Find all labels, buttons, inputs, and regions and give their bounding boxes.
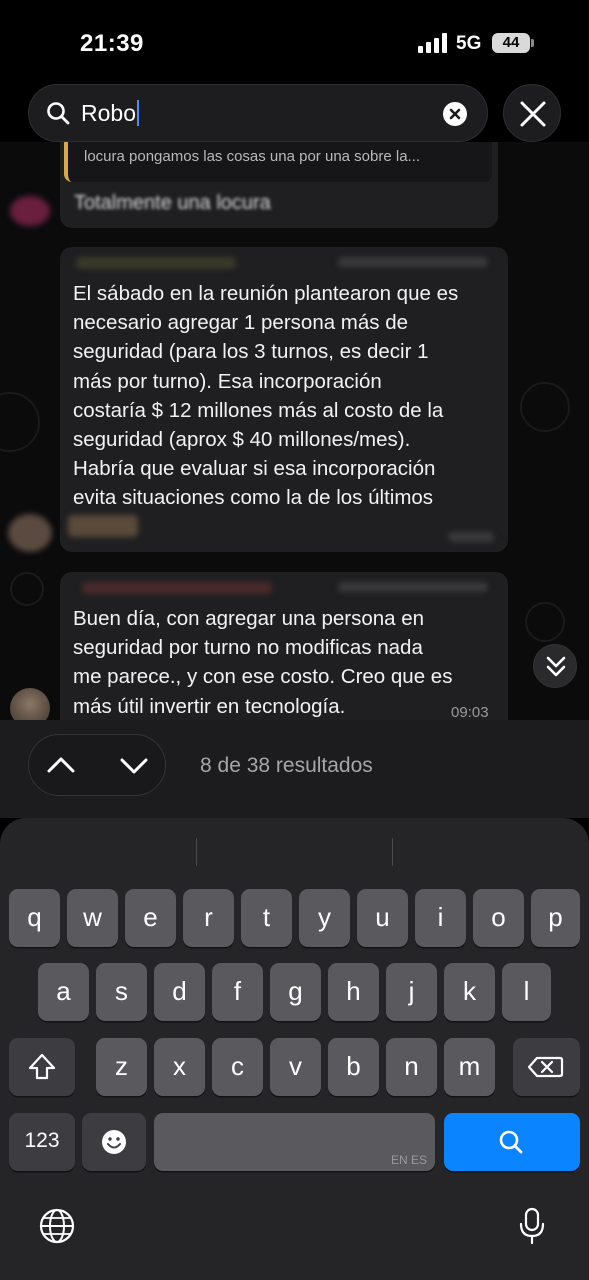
key-e[interactable]: e [125,889,176,947]
search-icon [499,1130,523,1154]
previous-message[interactable]: locura pongamos las cosas una por una so… [60,142,498,228]
key-w[interactable]: w [67,889,118,947]
key-z[interactable]: z [96,1038,147,1096]
suggestion-divider [392,838,393,866]
keyboard: q w e r t y u i o p a s d f g h j k l z … [0,818,589,1280]
key-s[interactable]: s [96,963,147,1021]
key-p[interactable]: p [531,889,580,947]
emoji-key[interactable] [82,1113,146,1171]
message-time: 09:03 [451,704,489,720]
close-icon [520,101,546,127]
battery-icon: 44 [492,33,530,53]
key-b[interactable]: b [328,1038,379,1096]
key-x[interactable]: x [154,1038,205,1096]
key-j[interactable]: j [386,963,437,1021]
search-results-bar: 8 de 38 resultados [0,720,589,818]
key-l[interactable]: l [502,963,551,1021]
results-count: 8 de 38 resultados [200,754,373,777]
key-v[interactable]: v [270,1038,321,1096]
close-search-button[interactable] [503,84,561,142]
text-caret [136,100,139,126]
key-m[interactable]: m [444,1038,495,1096]
key-a[interactable]: a [38,963,89,1021]
message-text: El sábado en la reunión plantearon que e… [73,282,459,510]
delete-key[interactable] [513,1038,580,1096]
keyboard-language: EN ES [390,1153,427,1167]
avatar[interactable] [10,688,50,720]
network-type: 5G [456,33,482,54]
message-time [448,532,494,542]
key-r[interactable]: r [183,889,234,947]
previous-message-text: Totalmente una locura [74,192,271,214]
key-u[interactable]: u [357,889,408,947]
next-result-button[interactable] [98,735,167,797]
sender-phone [338,582,488,592]
key-g[interactable]: g [270,963,321,1021]
wallpaper-doodle [520,382,570,432]
key-q[interactable]: q [9,889,60,947]
double-chevron-down-icon [546,656,566,677]
message-bubble[interactable]: El sábado en la reunión plantearon que e… [60,247,508,552]
emoji-icon [102,1130,126,1154]
blurred-content [68,515,138,537]
key-f[interactable]: f [212,963,263,1021]
clear-icon [449,108,461,120]
status-bar: 21:39 5G 44 [0,0,589,84]
sender-phone [338,257,488,267]
scroll-to-bottom-button[interactable] [533,644,577,688]
delete-icon [527,1056,564,1078]
message-bubble[interactable]: Buen día, con agregar una persona en seg… [60,572,508,720]
microphone-icon[interactable] [512,1206,552,1246]
search-icon [47,102,70,125]
result-navigation [28,734,166,796]
search-query: Robo [81,100,136,126]
sender-name [82,582,272,594]
numbers-key[interactable]: 123 [9,1113,75,1171]
search-key[interactable] [444,1113,580,1171]
chat-area[interactable]: locura pongamos las cosas una por una so… [0,142,589,720]
avatar[interactable] [10,196,50,226]
key-c[interactable]: c [212,1038,263,1096]
battery-tip [531,39,534,47]
shift-key[interactable] [9,1038,75,1096]
previous-result-button[interactable] [29,735,98,797]
key-i[interactable]: i [415,889,466,947]
globe-icon[interactable] [37,1206,77,1246]
chevron-down-icon [120,758,148,774]
key-y[interactable]: y [299,889,350,947]
key-h[interactable]: h [328,963,379,1021]
key-k[interactable]: k [444,963,495,1021]
search-field[interactable]: Robo [28,84,488,142]
key-o[interactable]: o [473,889,524,947]
signal-icon [418,33,448,53]
key-t[interactable]: t [241,889,292,947]
key-d[interactable]: d [154,963,205,1021]
key-n[interactable]: n [386,1038,437,1096]
wallpaper-doodle [525,602,565,642]
space-key[interactable]: EN ES [154,1113,435,1171]
suggestion-divider [196,838,197,866]
quoted-reply-text: locura pongamos las cosas una por una so… [84,148,421,165]
shift-icon [28,1053,56,1080]
message-text: Buen día, con agregar una persona en seg… [73,607,453,718]
status-time: 21:39 [80,30,144,57]
avatar[interactable] [8,514,52,552]
sender-name [76,257,236,269]
quoted-reply[interactable]: locura pongamos las cosas una por una so… [64,142,492,182]
search-input[interactable]: Robo [81,100,139,127]
chevron-up-icon [47,757,75,773]
clear-button[interactable] [443,102,467,126]
wallpaper-doodle [0,392,40,452]
wallpaper-doodle [10,572,44,606]
